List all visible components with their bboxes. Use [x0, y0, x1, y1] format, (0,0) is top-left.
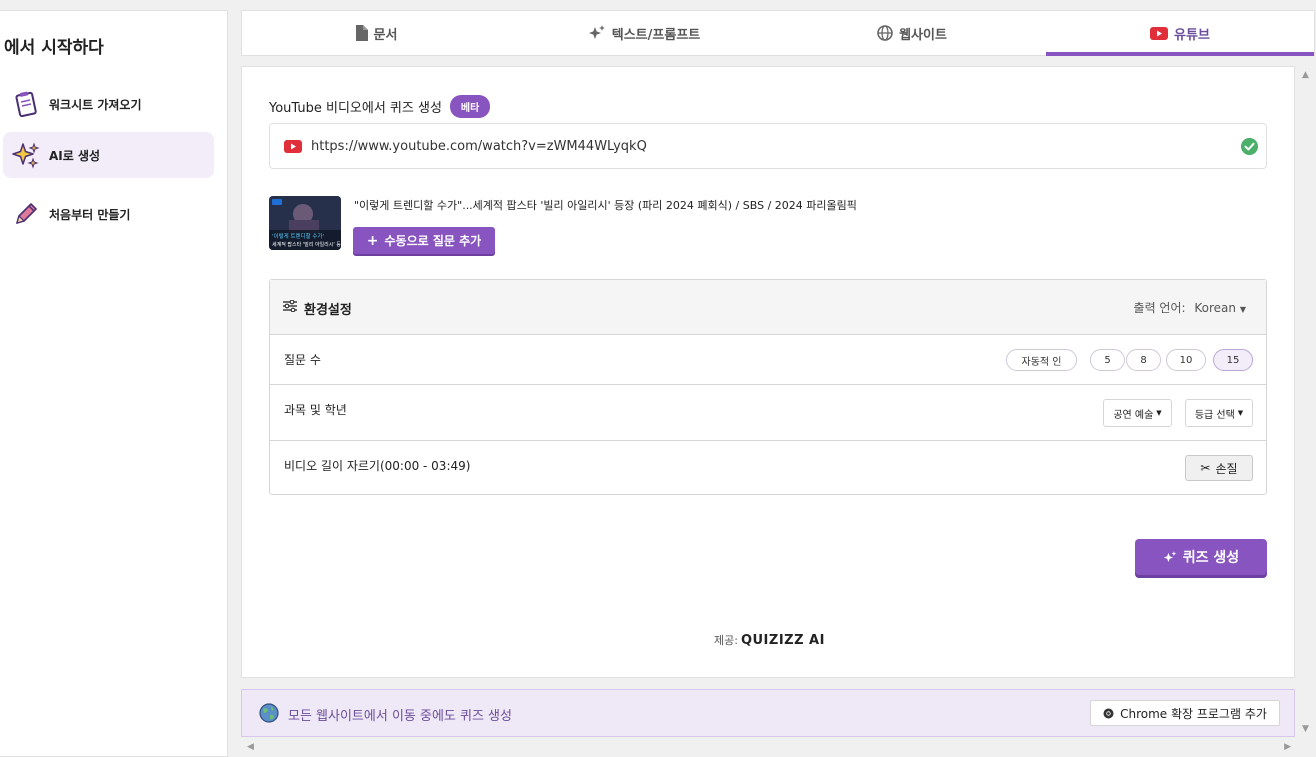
generate-quiz-label: 퀴즈 생성 — [1182, 550, 1240, 566]
video-trim-label: 비디오 길이 자르기(00:00 - 03:49) — [284, 459, 471, 473]
scissors-icon: ✂ — [1200, 461, 1211, 475]
sidebar-item-import-worksheet[interactable]: 워크시트 가져오기 — [3, 81, 214, 127]
question-count-5[interactable]: 5 — [1090, 349, 1125, 371]
quizizz-ai-logo: QUIZIZZ AI — [740, 632, 825, 648]
add-chrome-extension-button[interactable]: Chrome 확장 프로그램 추가 — [1090, 700, 1280, 726]
sidebar-item-label: 워크시트 가져오기 — [49, 98, 142, 112]
youtube-url-input[interactable]: https://www.youtube.com/watch?v=zWM44WLy… — [269, 123, 1267, 169]
settings-card: 환경설정 출력 언어: Korean ▼ 질문 수 자동적 인 5 8 10 1… — [269, 279, 1267, 495]
powered-by: 제공: QUIZIZZ AI — [714, 632, 825, 648]
sliders-icon — [283, 300, 297, 312]
scroll-right-arrow-icon[interactable]: ▶ — [1284, 742, 1291, 752]
tab-document[interactable]: 문서 — [242, 11, 510, 55]
sidebar-heading: 에서 시작하다 — [4, 38, 104, 58]
trim-button[interactable]: ✂ 손질 — [1185, 455, 1253, 481]
question-count-8[interactable]: 8 — [1126, 349, 1161, 371]
tab-label: 문서 — [373, 27, 398, 43]
powered-by-label: 제공: — [714, 634, 738, 647]
sidebar-item-from-scratch[interactable]: 처음부터 만들기 — [3, 191, 214, 237]
chrome-icon — [1103, 708, 1114, 718]
sidebar: 에서 시작하다 워크시트 가져오기 AI로 생성 처음부터 만들기 — [0, 10, 228, 757]
generate-quiz-button[interactable]: 퀴즈 생성 — [1135, 539, 1267, 575]
scroll-down-arrow-icon[interactable]: ▼ — [1302, 724, 1309, 734]
globe-icon — [259, 703, 279, 723]
output-language-label: 출력 언어: — [1133, 301, 1186, 315]
banner-text: 모든 웹사이트에서 이동 중에도 퀴즈 생성 — [288, 709, 512, 724]
check-circle-icon — [1241, 138, 1258, 155]
output-language-select[interactable]: 출력 언어: Korean ▼ — [1134, 299, 1246, 316]
document-icon — [355, 25, 368, 41]
tab-label: 유튜브 — [1174, 27, 1210, 43]
clipboard-icon — [15, 91, 37, 118]
subject-grade-label: 과목 및 학년 — [284, 403, 347, 417]
sidebar-item-label: 처음부터 만들기 — [49, 208, 131, 222]
tab-label: 웹사이트 — [899, 27, 947, 43]
video-trim-row: 비디오 길이 자르기(00:00 - 03:49) ✂ 손질 — [270, 441, 1266, 494]
settings-header: 환경설정 출력 언어: Korean ▼ — [270, 280, 1266, 335]
add-manual-question-label: 수동으로 질문 추가 — [384, 234, 482, 248]
caret-down-icon: ▼ — [1239, 305, 1246, 314]
sparkle-icon — [1163, 550, 1177, 562]
caret-down-icon: ▼ — [1237, 409, 1244, 417]
tab-text-prompt[interactable]: 텍스트/프롬프트 — [510, 11, 778, 55]
scroll-left-arrow-icon[interactable]: ◀ — [247, 742, 254, 752]
youtube-quiz-panel: YouTube 비디오에서 퀴즈 생성 베타 https://www.youtu… — [241, 66, 1295, 678]
sidebar-item-label: AI로 생성 — [49, 149, 101, 163]
source-tabs: 문서 텍스트/프롬프트 웹사이트 유튜브 — [241, 10, 1315, 56]
settings-title: 환경설정 — [304, 303, 352, 318]
vertical-scrollbar[interactable]: ▲ ▼ — [1297, 66, 1316, 738]
panel-title: YouTube 비디오에서 퀴즈 생성 — [269, 101, 442, 116]
grade-value: 등급 선택 — [1194, 409, 1235, 421]
subject-select[interactable]: 공연 예술 ▼ — [1103, 399, 1172, 427]
subject-value: 공연 예술 — [1113, 409, 1154, 421]
trim-button-label: 손질 — [1215, 461, 1238, 476]
youtube-icon — [284, 140, 302, 153]
video-title: "이렇게 트렌디할 수가"...세계적 팝스타 '빌리 아일리시' 등장 (파리… — [354, 199, 857, 212]
caret-down-icon: ▼ — [1156, 409, 1162, 417]
sparkles-icon — [12, 142, 40, 169]
beta-badge: 베타 — [449, 95, 491, 118]
chrome-extension-banner: 모든 웹사이트에서 이동 중에도 퀴즈 생성 Chrome 확장 프로그램 추가 — [241, 689, 1295, 737]
question-count-label: 질문 수 — [284, 353, 321, 367]
tab-youtube[interactable]: 유튜브 — [1046, 11, 1314, 56]
tab-website[interactable]: 웹사이트 — [778, 11, 1046, 55]
scroll-up-arrow-icon[interactable]: ▲ — [1302, 70, 1309, 80]
panel-header: YouTube 비디오에서 퀴즈 생성 베타 — [269, 95, 491, 118]
add-manual-question-button[interactable]: + 수동으로 질문 추가 — [353, 227, 495, 254]
sidebar-item-ai-generate[interactable]: AI로 생성 — [3, 132, 214, 178]
horizontal-scrollbar[interactable]: ◀ ▶ — [241, 741, 1297, 755]
globe-icon — [877, 25, 893, 41]
output-language-value: Korean — [1194, 301, 1237, 315]
thumbnail-caption: '이렇게 트렌디할 수가' — [272, 232, 324, 240]
add-chrome-extension-label: Chrome 확장 프로그램 추가 — [1120, 706, 1267, 721]
sparkle-icon — [588, 25, 605, 39]
youtube-icon — [1150, 26, 1169, 40]
subject-grade-row: 과목 및 학년 공연 예술 ▼ 등급 선택 ▼ — [270, 385, 1266, 441]
question-count-row: 질문 수 자동적 인 5 8 10 15 — [270, 335, 1266, 385]
question-count-auto[interactable]: 자동적 인 — [1006, 349, 1077, 371]
url-value: https://www.youtube.com/watch?v=zWM44WLy… — [311, 139, 647, 154]
grade-select[interactable]: 등급 선택 ▼ — [1185, 399, 1253, 427]
question-count-10[interactable]: 10 — [1166, 349, 1206, 371]
thumbnail-caption: 세계적 팝스타 '빌리 아일리시' 등장 — [272, 241, 341, 248]
tab-label: 텍스트/프롬프트 — [611, 27, 701, 43]
pencil-icon — [16, 203, 37, 224]
question-count-15[interactable]: 15 — [1213, 349, 1253, 371]
plus-icon: + — [366, 232, 379, 249]
video-thumbnail: '이렇게 트렌디할 수가' 세계적 팝스타 '빌리 아일리시' 등장 — [269, 196, 341, 250]
